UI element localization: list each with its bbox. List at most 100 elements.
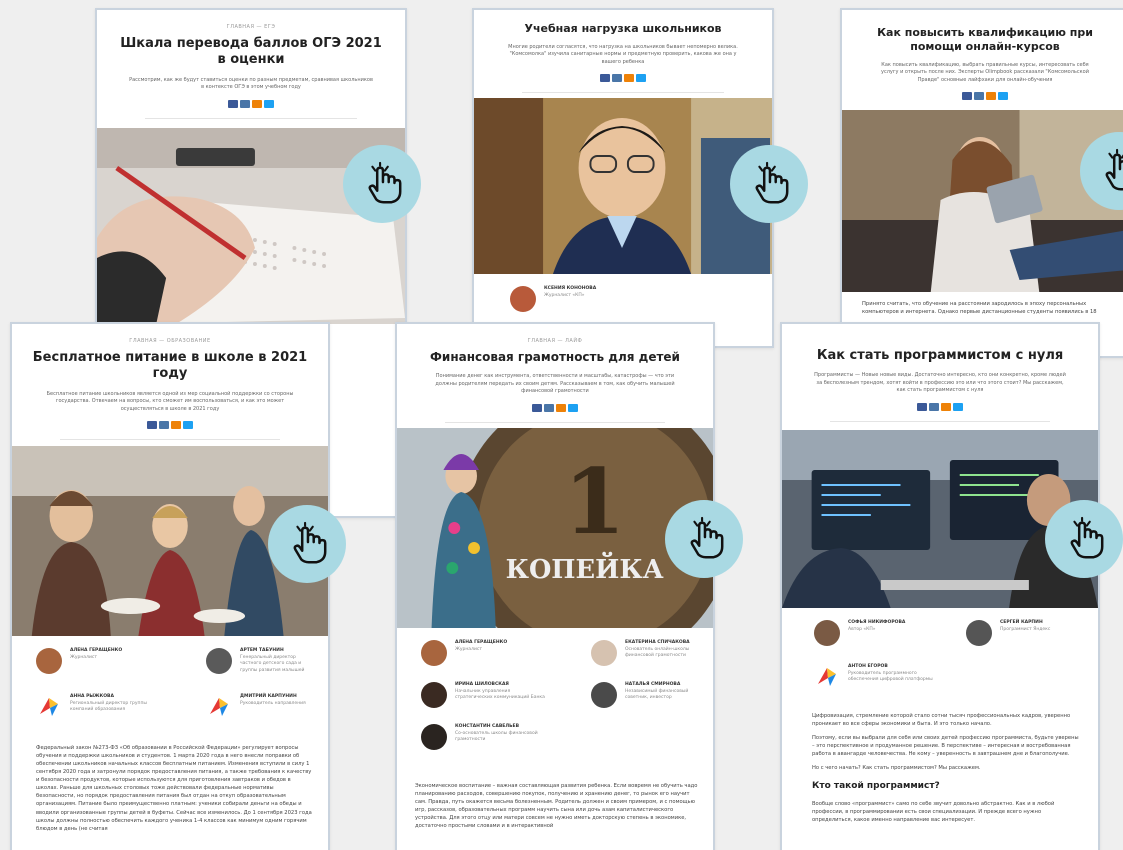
author: АНТОН ЕГОРОВ Руководитель программного об… — [814, 664, 938, 690]
vk-share-icon[interactable] — [159, 421, 169, 429]
breadcrumb[interactable]: ГЛАВНАЯ — ЕГЭ — [115, 24, 387, 30]
author-name: НАТАЛЬЯ СМИРНОВА — [625, 682, 681, 687]
author: АЛЕНА ГЕРАЩЕНКО Журналист — [421, 640, 507, 666]
article-card-load[interactable]: Учебная нагрузка школьников Многие родит… — [472, 8, 774, 348]
article-card-food[interactable]: ГЛАВНАЯ — ОБРАЗОВАНИЕ Бесплатное питание… — [10, 322, 330, 850]
vk-share-icon[interactable] — [612, 74, 622, 83]
divider — [830, 420, 1050, 422]
article-lead: Как повысить квалификацию, выбрать прави… — [881, 61, 1089, 83]
twitter-share-icon[interactable] — [998, 92, 1008, 100]
author: АРТЕМ ТАБУНИН Генеральный директор частно… — [206, 648, 308, 674]
ok-share-icon[interactable] — [941, 402, 951, 411]
author-role: Журналист — [70, 655, 97, 660]
facebook-share-icon[interactable] — [147, 421, 157, 429]
facebook-share-icon[interactable] — [228, 99, 238, 108]
author-role: Руководитель направления — [240, 701, 306, 706]
article-card-prog[interactable]: Как стать программистом с нуля Программи… — [780, 322, 1100, 850]
author-role: Генеральный директор частного детского с… — [240, 655, 305, 673]
pointer-hand-icon — [1045, 500, 1123, 578]
vk-share-icon[interactable] — [240, 99, 250, 108]
logo-icon — [814, 664, 840, 690]
twitter-share-icon[interactable] — [953, 402, 963, 411]
author-role: Начальник управления стратегических комм… — [455, 689, 545, 701]
facebook-share-icon[interactable] — [600, 74, 610, 83]
author-avatar — [966, 620, 992, 646]
author-name: АННА РЫЖКОВА — [70, 694, 114, 699]
author-role: Основатель онлайн-школы финансовой грамо… — [625, 647, 690, 659]
twitter-share-icon[interactable] — [568, 403, 578, 412]
author: СЕРГЕЙ КАРПИН Программист Яндекс — [966, 620, 1050, 646]
article-title: Учебная нагрузка школьников — [524, 22, 722, 35]
author-role: Журналист «КП» — [544, 293, 585, 298]
divider — [522, 92, 724, 94]
author-role: Региональный директор группы компаний об… — [70, 701, 147, 713]
twitter-share-icon[interactable] — [183, 421, 193, 429]
paragraph: Но с чего начать? Как стать программисто… — [812, 765, 981, 772]
breadcrumb[interactable]: ГЛАВНАЯ — ОБРАЗОВАНИЕ — [30, 338, 310, 344]
author-avatar — [591, 682, 617, 708]
author-role: Со-основатель школы финансовой грамотнос… — [455, 731, 538, 743]
facebook-share-icon[interactable] — [532, 403, 542, 412]
article-card-money[interactable]: ГЛАВНАЯ — ЛАЙФ Финансовая грамотность дл… — [395, 322, 715, 850]
author-name: АРТЕМ ТАБУНИН — [240, 648, 284, 653]
article-title: Финансовая грамотность для детей — [430, 350, 680, 364]
article-title: Бесплатное питание в школе в 2021 году — [32, 350, 308, 382]
share-buttons — [30, 421, 310, 429]
author-name: ЕКАТЕРИНА СПИЧАКОВА — [625, 640, 690, 645]
twitter-share-icon[interactable] — [636, 74, 646, 83]
article-body: Цифровизация, стремление которой стало с… — [812, 712, 1080, 831]
ok-share-icon[interactable] — [986, 92, 996, 100]
author: СОФЬЯ НИКИФОРОВА Автор «КП» — [814, 620, 905, 646]
article-title: Как стать программистом с нуля — [816, 348, 1064, 363]
vk-share-icon[interactable] — [929, 402, 939, 411]
logo-icon — [36, 694, 62, 720]
paragraph: Вообще слово «программист» само по себе … — [812, 801, 1055, 824]
ok-share-icon[interactable] — [556, 403, 566, 412]
author: КСЕНИЯ КОНОНОВА Журналист «КП» — [510, 286, 596, 312]
author-role: Руководитель программного обеспечения ци… — [848, 671, 933, 683]
facebook-share-icon[interactable] — [962, 92, 972, 100]
author-role: Программист Яндекс — [1000, 627, 1051, 632]
ok-share-icon[interactable] — [171, 421, 181, 429]
authors-list: АЛЕНА ГЕРАЩЕНКО Журналист ЕКАТЕРИНА СПИЧА… — [421, 640, 693, 770]
ok-share-icon[interactable] — [624, 74, 634, 83]
author-avatar — [36, 648, 62, 674]
share-buttons — [115, 99, 387, 108]
article-body: Принято считать, что обучение на расстоя… — [862, 301, 1097, 316]
vk-share-icon[interactable] — [974, 92, 984, 100]
author-name: СЕРГЕЙ КАРПИН — [1000, 620, 1043, 625]
article-body: Экономическое воспитание – важная состав… — [415, 783, 698, 830]
author-role: Автор «КП» — [848, 627, 876, 632]
paragraph: Поэтому, если вы выбрали для себя или св… — [812, 735, 1079, 758]
share-buttons — [800, 402, 1080, 411]
article-photo-online-study — [842, 110, 1123, 292]
author-name: ДМИТРИЙ КАРПУНИН — [240, 694, 297, 699]
coin-number: 1 — [564, 449, 626, 555]
pointer-hand-icon — [665, 500, 743, 578]
paragraph: Цифровизация, стремление которой стало с… — [812, 713, 1071, 728]
author-name: КОНСТАНТИН САВЕЛЬЕВ — [455, 724, 520, 729]
author-avatar — [421, 640, 447, 666]
authors-list: АЛЕНА ГЕРАЩЕНКО Журналист АРТЕМ ТАБУНИН Ге… — [36, 648, 308, 738]
author-avatar — [421, 724, 447, 750]
ok-share-icon[interactable] — [252, 99, 262, 108]
coin-word: КОПЕЙКА — [506, 552, 664, 585]
author-name: ИРИНА ШИЛОВСКАЯ — [455, 682, 509, 687]
divider — [60, 439, 280, 440]
twitter-share-icon[interactable] — [264, 99, 274, 108]
article-lead: Многие родители согласятся, что нагрузка… — [508, 43, 738, 65]
author-avatar — [591, 640, 617, 666]
vk-share-icon[interactable] — [544, 403, 554, 412]
divider — [145, 117, 357, 119]
share-buttons — [860, 92, 1110, 100]
author: АННА РЫЖКОВА Региональный директор группы… — [36, 694, 160, 720]
article-lead: Бесплатное питание школьников является о… — [46, 390, 294, 412]
pointer-hand-icon — [730, 145, 808, 223]
pointer-hand-icon — [343, 145, 421, 223]
divider — [445, 421, 665, 423]
article-card-qual[interactable]: Как повысить квалификацию при помощи онл… — [840, 8, 1123, 358]
author-name: СОФЬЯ НИКИФОРОВА — [848, 620, 906, 625]
facebook-share-icon[interactable] — [917, 402, 927, 411]
breadcrumb[interactable]: ГЛАВНАЯ — ЛАЙФ — [415, 338, 695, 344]
author-avatar — [814, 620, 840, 646]
